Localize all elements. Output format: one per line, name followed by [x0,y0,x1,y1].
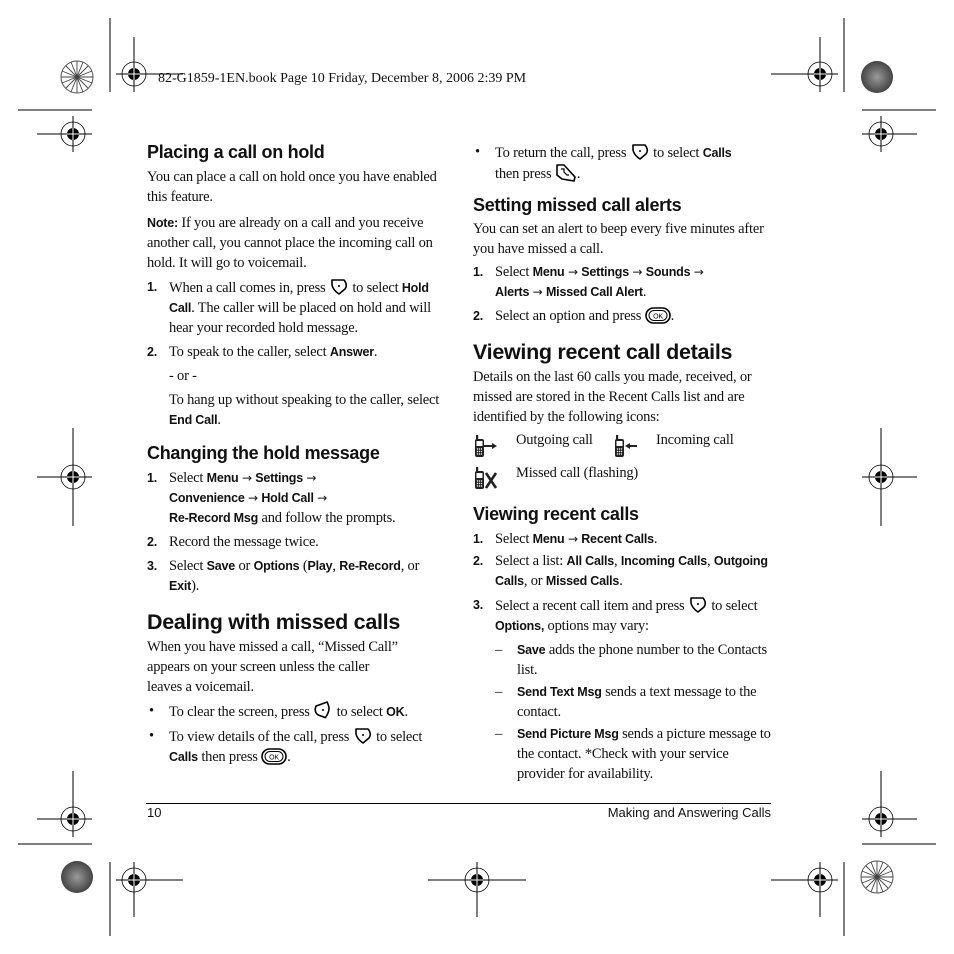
missed-call-label: Missed call (flashing) [516,465,639,481]
right-column: • To return the call, press to select Ca… [473,142,773,784]
svg-text:OK: OK [269,755,279,762]
recent-step-3: 3. Select a recent call item and press t… [473,595,773,636]
ok-key-icon: OK [261,748,287,765]
section-title-change: Changing the hold message [147,443,380,463]
change-step-1: 1. Select Menu → Settings → Convenience →… [147,470,396,526]
send-key-icon [556,164,576,182]
section-title-missed: Dealing with missed calls [147,610,400,634]
section-title-alerts: Setting missed call alerts [473,195,682,215]
alerts-intro: You can set an alert to beep every five … [473,221,764,257]
option-send-text: – Send Text Msg sends a text message to t… [495,684,757,720]
left-softkey-icon [314,701,330,719]
option-send-picture: – Send Picture Msg sends a picture messag… [495,726,771,782]
missed-call-icon [475,467,498,489]
call-icon-legend: Outgoing call Incoming call Missed call … [473,432,773,501]
section-title-details: Viewing recent call details [473,340,733,364]
print-slug: 82-G1859-1EN.book Page 10 Friday, Decemb… [158,71,527,86]
right-softkey-icon [631,144,648,160]
hold-alt: To hang up without speaking to the calle… [169,392,440,428]
hold-step-2: 2. To speak to the caller, select Answer… [147,344,378,360]
missed-bullet-2: • To view details of the call, press to … [149,728,423,765]
hold-note: Note: If you are already on a call and y… [147,215,433,271]
outgoing-call-icon [475,435,497,457]
right-softkey-icon [354,728,371,744]
page-number: 10 [147,805,162,820]
note-label: Note: [147,216,178,230]
hold-step-1: 1. When a call comes in, press to select… [147,277,443,338]
right-softkey-icon [690,597,706,613]
color-target-icon [60,60,94,94]
section-title-recent: Viewing recent calls [473,504,639,524]
footer-section-title: Making and Answering Calls [607,805,771,820]
alerts-step-2: 2. Select an option and press OK. [473,307,675,324]
hold-or: - or - [169,368,197,384]
footer-rule [146,803,771,804]
incoming-call-label: Incoming call [656,432,734,448]
section-title-hold: Placing a call on hold [147,142,325,162]
svg-text:OK: OK [653,314,663,321]
change-step-3: 3. Select Save or Options (Play, Re-Reco… [147,558,420,594]
missed-bullet-1: • To clear the screen, press to select O… [149,701,408,720]
missed-intro: When you have missed a call, “Missed Cal… [147,639,398,695]
incoming-call-icon [615,435,637,457]
return-call-bullet: • To return the call, press to select Ca… [475,144,732,182]
option-save: – Save adds the phone number to the Conta… [495,642,767,678]
left-column: Placing a call on hold You can place a c… [147,142,443,767]
details-intro: Details on the last 60 calls you made, r… [473,369,752,425]
right-softkey-icon [331,279,347,295]
change-step-2: 2. Record the message twice. [147,534,319,550]
gray-target-icon [861,61,893,93]
outgoing-call-label: Outgoing call [516,432,593,448]
recent-step-1: 1. Select Menu → Recent Calls. [473,531,658,547]
alerts-step-1: 1. Select Menu → Settings → Sounds → Aler… [473,264,704,300]
hold-intro: You can place a call on hold once you ha… [147,169,437,205]
ok-key-icon: OK [644,307,671,324]
recent-step-2: 2. Select a list: All Calls, Incoming Ca… [473,553,768,589]
